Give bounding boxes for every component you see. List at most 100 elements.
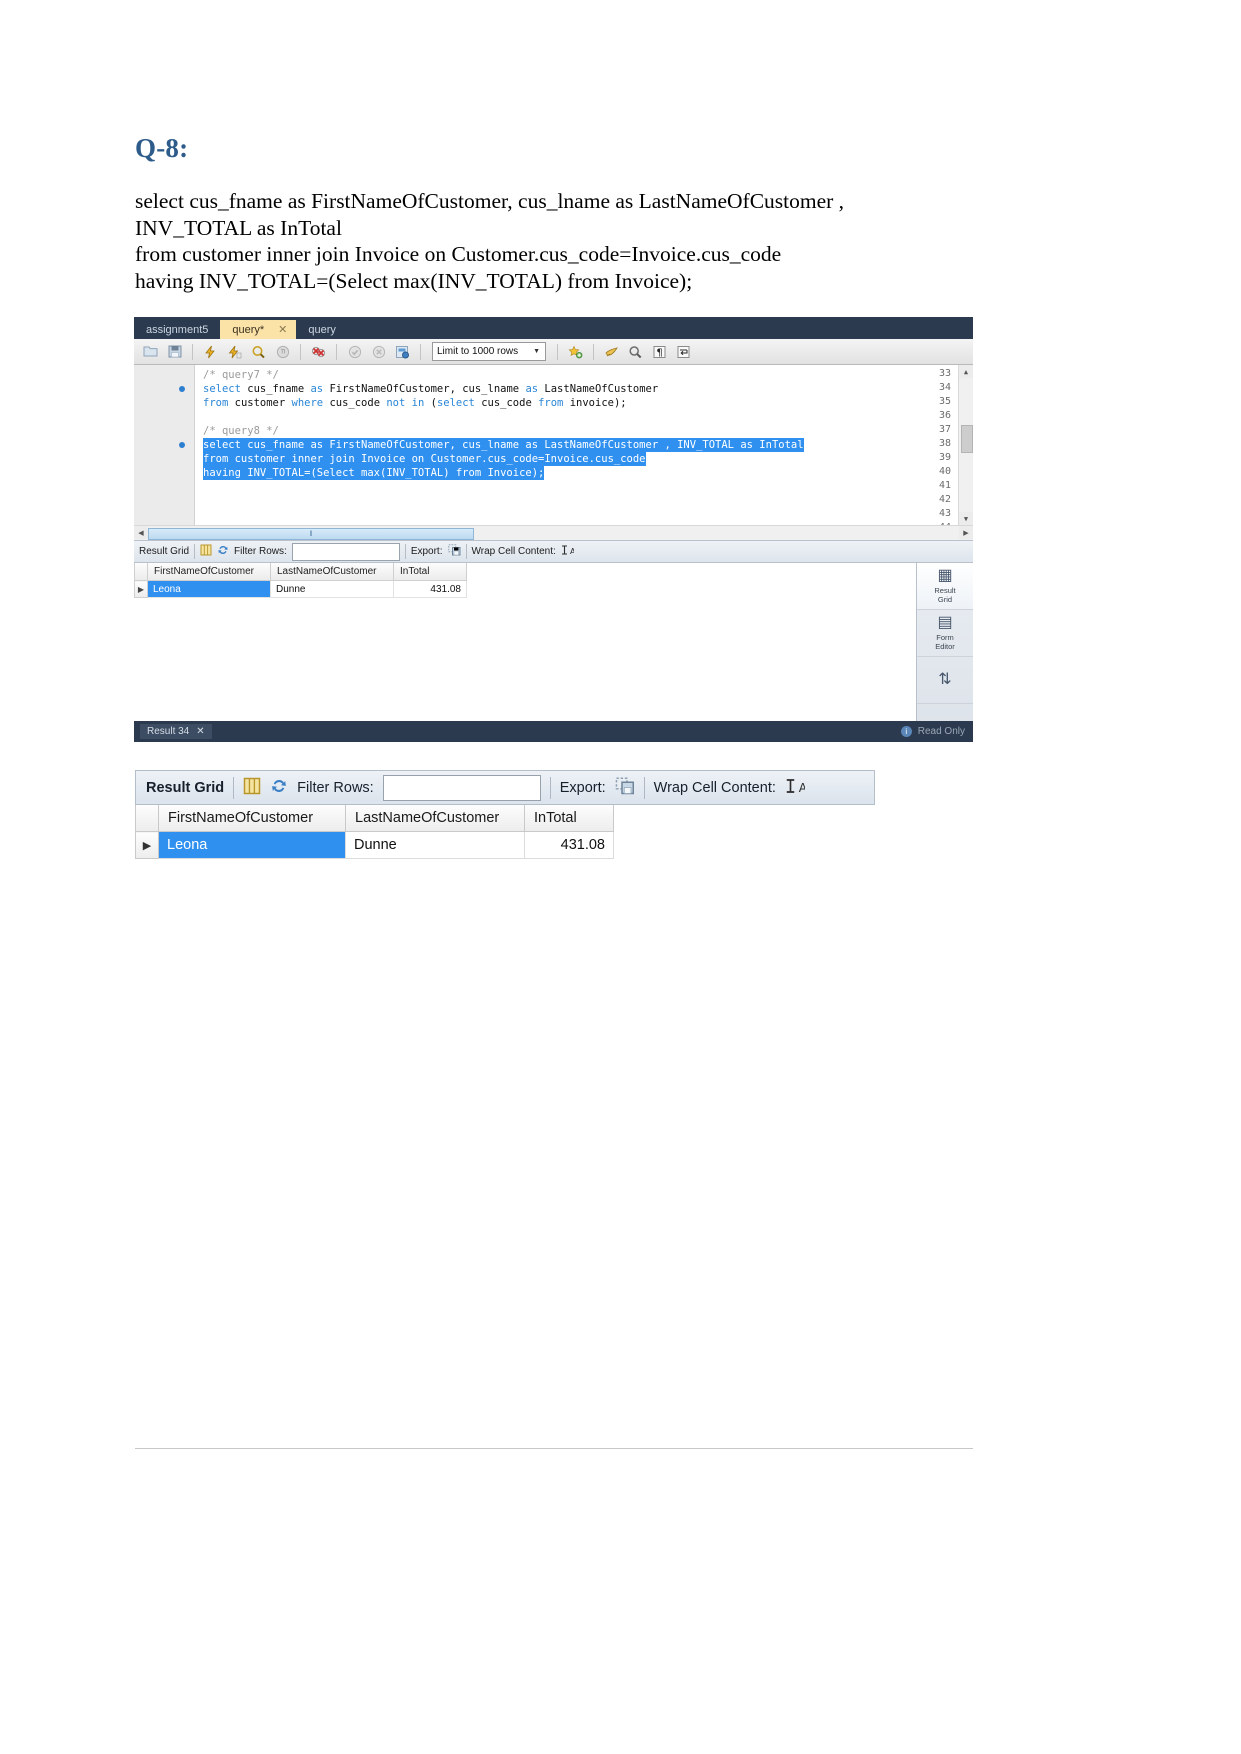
cell-lastname[interactable]: Dunne (345, 831, 525, 859)
code-line[interactable]: select cus_fname as FirstNameOfCustomer,… (203, 382, 658, 396)
export-icon[interactable] (447, 544, 461, 559)
toggle-autocommit-icon[interactable] (392, 342, 413, 361)
breakpoint-marker-icon[interactable] (179, 442, 185, 448)
execute-statement-icon[interactable] (200, 342, 221, 361)
explain-query-icon[interactable] (248, 342, 269, 361)
scroll-left-icon[interactable]: ◀ (134, 526, 148, 539)
code-token: from (203, 397, 229, 409)
tab-query-active[interactable]: query* ✕ (220, 320, 297, 339)
stop-query-icon[interactable] (272, 342, 293, 361)
column-header-lastname[interactable]: LastNameOfCustomer (345, 805, 525, 832)
refresh-icon[interactable] (217, 544, 229, 559)
line-number: 42 (938, 494, 951, 505)
find-icon[interactable] (625, 342, 646, 361)
line-number: 35 (938, 396, 951, 407)
cell-intotal[interactable]: 431.08 (393, 580, 467, 598)
wrap-cell-content-label: Wrap Cell Content: (471, 546, 556, 557)
sidebar-item-result-grid[interactable]: ▦ Result Grid (917, 563, 973, 610)
close-icon[interactable]: ✕ (196, 726, 204, 737)
code-token: from (538, 397, 564, 409)
code-token: ( (424, 397, 437, 409)
tab-assignment5[interactable]: assignment5 (134, 321, 220, 339)
wrap-cell-content-icon[interactable]: A (785, 777, 808, 799)
corner-header (134, 563, 148, 581)
limit-rows-label: Limit to 1000 rows (437, 346, 519, 357)
limit-rows-dropdown[interactable]: Limit to 1000 rows ▼ (432, 342, 546, 361)
new-snippet-icon[interactable] (565, 342, 586, 361)
scroll-down-icon[interactable]: ▼ (959, 512, 973, 525)
beautify-query-icon[interactable] (601, 342, 622, 361)
code-token: customer (228, 397, 292, 409)
wrap-cell-content-label: Wrap Cell Content: (653, 779, 776, 796)
table-row[interactable]: ▶ Leona Dunne 431.08 (135, 831, 614, 859)
chevron-down-icon: ▼ (533, 348, 540, 355)
toolbar-separator (549, 776, 551, 799)
table-row[interactable]: ▶ Leona Dunne 431.08 (134, 580, 467, 598)
editor-vertical-scrollbar[interactable]: ▲ ▼ (958, 365, 973, 525)
zoomed-result-grid-table: FirstNameOfCustomer LastNameOfCustomer I… (135, 805, 614, 859)
rollback-transaction-icon[interactable] (368, 342, 389, 361)
horizontal-scroll-thumb[interactable]: ‖ (148, 528, 474, 540)
result-tab[interactable]: Result 34 ✕ (140, 724, 212, 739)
toolbar-separator (194, 544, 196, 559)
filter-rows-input[interactable] (291, 542, 400, 561)
cell-firstname[interactable]: Leona (158, 831, 346, 859)
line-number: 43 (938, 508, 951, 519)
code-token: cus_fname (240, 383, 311, 395)
sidebar-item-form-editor[interactable]: ▤ Form Editor (917, 610, 973, 657)
code-token: from customer inner join Invoice on Cust… (203, 453, 646, 465)
code-token: select (436, 397, 475, 409)
open-file-icon[interactable] (140, 342, 161, 361)
status-right-group: i Read Only (900, 726, 973, 737)
column-header-firstname[interactable]: FirstNameOfCustomer (147, 563, 271, 581)
scroll-up-icon[interactable]: ▲ (959, 365, 973, 378)
close-icon[interactable]: ✕ (278, 321, 287, 339)
export-icon[interactable] (615, 776, 635, 799)
editor-code-area[interactable]: /* query7 */select cus_fname as FirstNam… (195, 365, 959, 525)
code-line[interactable]: select cus_fname as FirstNameOfCustomer,… (203, 438, 804, 452)
refresh-icon[interactable] (270, 777, 288, 799)
page-title: Q-8: (135, 133, 189, 163)
line-number: 39 (938, 452, 951, 463)
code-token: as (525, 383, 539, 395)
commit-transaction-icon[interactable] (344, 342, 365, 361)
filter-rows-label: Filter Rows: (297, 779, 374, 796)
execute-current-statement-icon[interactable] (224, 342, 245, 361)
info-icon[interactable]: i (900, 726, 912, 737)
code-line[interactable]: from customer inner join Invoice on Cust… (203, 452, 646, 466)
zoomed-result-grid-screenshot: Result Grid Filter Rows: Export: Wrap Ce… (135, 770, 875, 859)
grid-columns-icon[interactable] (200, 544, 212, 559)
code-line[interactable]: having INV_TOTAL=(Select max(INV_TOTAL) … (203, 466, 545, 480)
code-line[interactable]: from customer where cus_code not in (sel… (203, 396, 627, 410)
invisible-chars-icon[interactable]: ¶ (649, 342, 670, 361)
scroll-right-icon[interactable]: ▶ (959, 526, 973, 539)
result-grid-title: Result Grid (139, 546, 190, 557)
sql-editor[interactable]: /* query7 */select cus_fname as FirstNam… (134, 365, 973, 525)
breakpoint-marker-icon[interactable] (179, 386, 185, 392)
sidebar-item-label: Result Grid (934, 586, 956, 604)
code-line[interactable]: /* query7 */ (203, 368, 279, 382)
document-page: Q-8: select cus_fname as FirstNameOfCust… (0, 0, 1241, 1754)
tab-query[interactable]: query (296, 321, 348, 339)
column-header-intotal[interactable]: InTotal (524, 805, 614, 832)
editor-horizontal-scrollbar[interactable]: ◀ ‖ ▶ (134, 525, 973, 540)
code-line[interactable]: /* query8 */ (203, 424, 279, 438)
column-header-lastname[interactable]: LastNameOfCustomer (270, 563, 394, 581)
column-header-firstname[interactable]: FirstNameOfCustomer (158, 805, 346, 832)
column-header-intotal[interactable]: InTotal (393, 563, 467, 581)
vertical-scroll-thumb[interactable] (961, 425, 973, 453)
wrap-cell-content-icon[interactable]: A (561, 544, 576, 559)
wrap-lines-icon[interactable] (673, 342, 694, 361)
grid-columns-icon[interactable] (243, 777, 261, 799)
save-file-icon[interactable] (164, 342, 185, 361)
toolbar-separator (233, 776, 235, 799)
sidebar-item-field-types[interactable]: ⇅ (917, 657, 973, 704)
toggle-stop-on-error-icon[interactable] (308, 342, 329, 361)
result-status-bar: Result 34 ✕ i Read Only (134, 721, 973, 742)
cell-lastname[interactable]: Dunne (270, 580, 394, 598)
cell-intotal[interactable]: 431.08 (524, 831, 614, 859)
filter-rows-input[interactable] (382, 774, 541, 801)
line-number: 38 (938, 438, 951, 449)
cell-firstname[interactable]: Leona (147, 580, 271, 598)
result-tab-label: Result 34 (147, 726, 190, 737)
